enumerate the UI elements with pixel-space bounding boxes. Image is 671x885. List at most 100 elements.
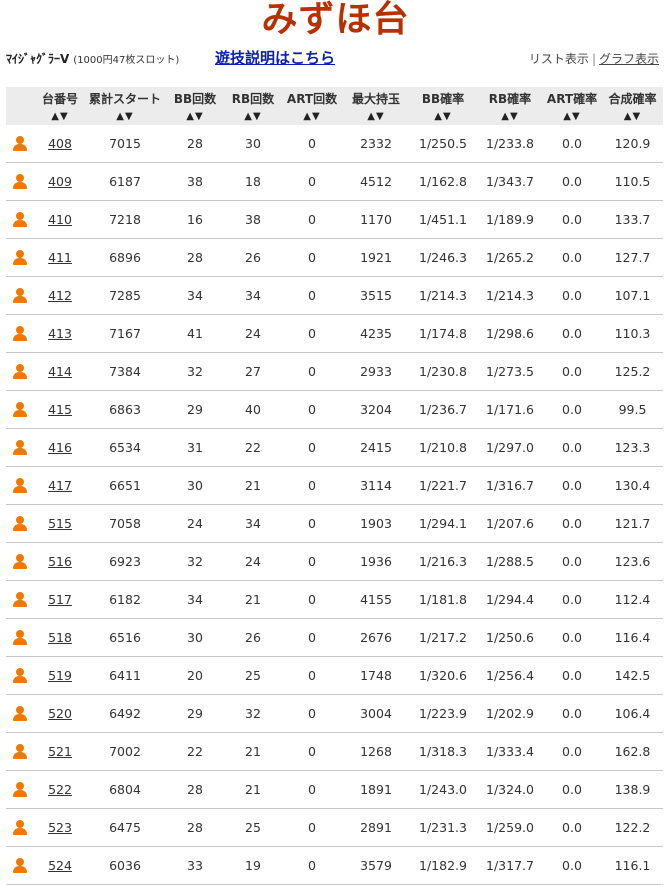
machine-number-link[interactable]: 520	[48, 706, 72, 721]
machine-number-link[interactable]: 411	[48, 250, 72, 265]
table-cell: 1936	[344, 542, 408, 581]
table-cell: 0	[280, 390, 344, 429]
table-row[interactable]: 517 6182 34 21 0 4155 1/181.8 1/294.4 0.0 112.4	[6, 580, 663, 619]
machine-number-link[interactable]: 521	[48, 744, 72, 759]
person-icon	[13, 401, 27, 418]
machine-number-link[interactable]: 524	[48, 858, 72, 873]
guide-link[interactable]: 遊技説明はこちら	[215, 47, 335, 68]
sort-toggle-icon[interactable]: ▲▼	[280, 107, 344, 125]
table-row[interactable]: 413 7167 41 24 0 4235 1/174.8 1/298.6 0.0 110.3	[6, 314, 663, 353]
table-cell: 0	[280, 314, 344, 353]
column-header: 累計スタート	[86, 87, 164, 107]
machine-number-link[interactable]: 415	[48, 402, 72, 417]
sort-toggle-icon[interactable]: ▲▼	[164, 107, 226, 125]
sort-toggle-icon[interactable]: ▲▼	[542, 107, 602, 125]
table-cell: 0	[280, 580, 344, 619]
table-cell: 1/250.5	[408, 125, 478, 163]
table-cell: 30	[226, 125, 280, 163]
table-cell: 1/316.7	[478, 466, 542, 505]
table-cell: 1/318.3	[408, 732, 478, 771]
table-row[interactable]: 414 7384 32 27 0 2933 1/230.8 1/273.5 0.0 125.2	[6, 352, 663, 391]
table-row[interactable]: 515 7058 24 34 0 1903 1/294.1 1/207.6 0.0 121.7	[6, 504, 663, 543]
sort-toggle-icon[interactable]: ▲▼	[34, 107, 86, 125]
person-icon	[13, 249, 27, 266]
table-cell: 3114	[344, 466, 408, 505]
table-cell: 21	[226, 466, 280, 505]
table-row[interactable]: 524 6036 33 19 0 3579 1/182.9 1/317.7 0.0 116.1	[6, 846, 663, 885]
machine-number-link[interactable]: 417	[48, 478, 72, 493]
machine-number-link[interactable]: 416	[48, 440, 72, 455]
sort-row: ▲▼ ▲▼ ▲▼ ▲▼ ▲▼ ▲▼ ▲▼ ▲▼ ▲▼ ▲▼	[6, 107, 663, 125]
table-cell: 0	[280, 656, 344, 695]
row-icon-cell	[6, 580, 34, 619]
table-cell: 4235	[344, 314, 408, 353]
list-view-link[interactable]: リスト表示	[529, 52, 589, 66]
table-row[interactable]: 410 7218 16 38 0 1170 1/451.1 1/189.9 0.0 133.7	[6, 200, 663, 239]
machine-number-link[interactable]: 518	[48, 630, 72, 645]
table-cell: 26	[226, 618, 280, 657]
table-cell: 413	[34, 314, 86, 353]
person-icon	[13, 477, 27, 494]
table-cell: 3204	[344, 390, 408, 429]
sort-toggle-icon[interactable]: ▲▼	[602, 107, 663, 125]
machine-number-link[interactable]: 522	[48, 782, 72, 797]
sort-toggle-icon[interactable]: ▲▼	[344, 107, 408, 125]
table-row[interactable]: 416 6534 31 22 0 2415 1/210.8 1/297.0 0.0 123.3	[6, 428, 663, 467]
table-cell: 0.0	[542, 162, 602, 201]
table-cell: 0.0	[542, 846, 602, 885]
table-cell: 110.3	[602, 314, 663, 353]
person-icon	[13, 629, 27, 646]
table-cell: 3004	[344, 694, 408, 733]
table-row[interactable]: 516 6923 32 24 0 1936 1/216.3 1/288.5 0.0 123.6	[6, 542, 663, 581]
table-row[interactable]: 521 7002 22 21 0 1268 1/318.3 1/333.4 0.0 162.8	[6, 732, 663, 771]
table-row[interactable]: 415 6863 29 40 0 3204 1/236.7 1/171.6 0.0 99.5	[6, 390, 663, 429]
person-icon	[13, 667, 27, 684]
table-cell: 7002	[86, 732, 164, 771]
table-cell: 34	[226, 504, 280, 543]
sort-toggle-icon[interactable]: ▲▼	[408, 107, 478, 125]
row-icon-cell	[6, 162, 34, 201]
table-row[interactable]: 522 6804 28 21 0 1891 1/243.0 1/324.0 0.0 138.9	[6, 770, 663, 809]
table-cell: 25	[226, 808, 280, 847]
table-cell: 1/343.7	[478, 162, 542, 201]
machine-number-link[interactable]: 519	[48, 668, 72, 683]
sort-toggle-icon[interactable]: ▲▼	[86, 107, 164, 125]
table-cell: 1/265.2	[478, 238, 542, 277]
table-cell: 1/297.0	[478, 428, 542, 467]
table-cell: 31	[164, 428, 226, 467]
row-icon-cell	[6, 352, 34, 391]
machine-number-link[interactable]: 515	[48, 516, 72, 531]
table-row[interactable]: 408 7015 28 30 0 2332 1/250.5 1/233.8 0.0 120.9	[6, 125, 663, 163]
table-row[interactable]: 519 6411 20 25 0 1748 1/320.6 1/256.4 0.0 142.5	[6, 656, 663, 695]
table-row[interactable]: 523 6475 28 25 0 2891 1/231.3 1/259.0 0.0 122.2	[6, 808, 663, 847]
table-cell: 21	[226, 732, 280, 771]
table-row[interactable]: 518 6516 30 26 0 2676 1/217.2 1/250.6 0.0 116.4	[6, 618, 663, 657]
machine-number-link[interactable]: 412	[48, 288, 72, 303]
table-cell: 1268	[344, 732, 408, 771]
person-icon	[13, 857, 27, 874]
table-row[interactable]: 520 6492 29 32 0 3004 1/223.9 1/202.9 0.0 106.4	[6, 694, 663, 733]
machine-number-link[interactable]: 408	[48, 136, 72, 151]
machine-number-link[interactable]: 516	[48, 554, 72, 569]
machine-number-link[interactable]: 523	[48, 820, 72, 835]
table-cell: 0.0	[542, 352, 602, 391]
machine-number-link[interactable]: 409	[48, 174, 72, 189]
table-cell: 1/223.9	[408, 694, 478, 733]
table-cell: 0	[280, 732, 344, 771]
table-row[interactable]: 409 6187 38 18 0 4512 1/162.8 1/343.7 0.0 110.5	[6, 162, 663, 201]
table-cell: 1/256.4	[478, 656, 542, 695]
machine-number-link[interactable]: 413	[48, 326, 72, 341]
machine-number-link[interactable]: 410	[48, 212, 72, 227]
sort-toggle-icon[interactable]: ▲▼	[478, 107, 542, 125]
machine-number-link[interactable]: 517	[48, 592, 72, 607]
table-row[interactable]: 417 6651 30 21 0 3114 1/221.7 1/316.7 0.0 130.4	[6, 466, 663, 505]
table-row[interactable]: 411 6896 28 26 0 1921 1/246.3 1/265.2 0.0 127.7	[6, 238, 663, 277]
machine-number-link[interactable]: 414	[48, 364, 72, 379]
table-cell: 2415	[344, 428, 408, 467]
table-cell: 0.0	[542, 618, 602, 657]
table-row[interactable]: 412 7285 34 34 0 3515 1/214.3 1/214.3 0.0 107.1	[6, 276, 663, 315]
graph-view-link[interactable]: グラフ表示	[599, 52, 659, 66]
table-cell: 414	[34, 352, 86, 391]
table-cell: 0.0	[542, 542, 602, 581]
sort-toggle-icon[interactable]: ▲▼	[226, 107, 280, 125]
